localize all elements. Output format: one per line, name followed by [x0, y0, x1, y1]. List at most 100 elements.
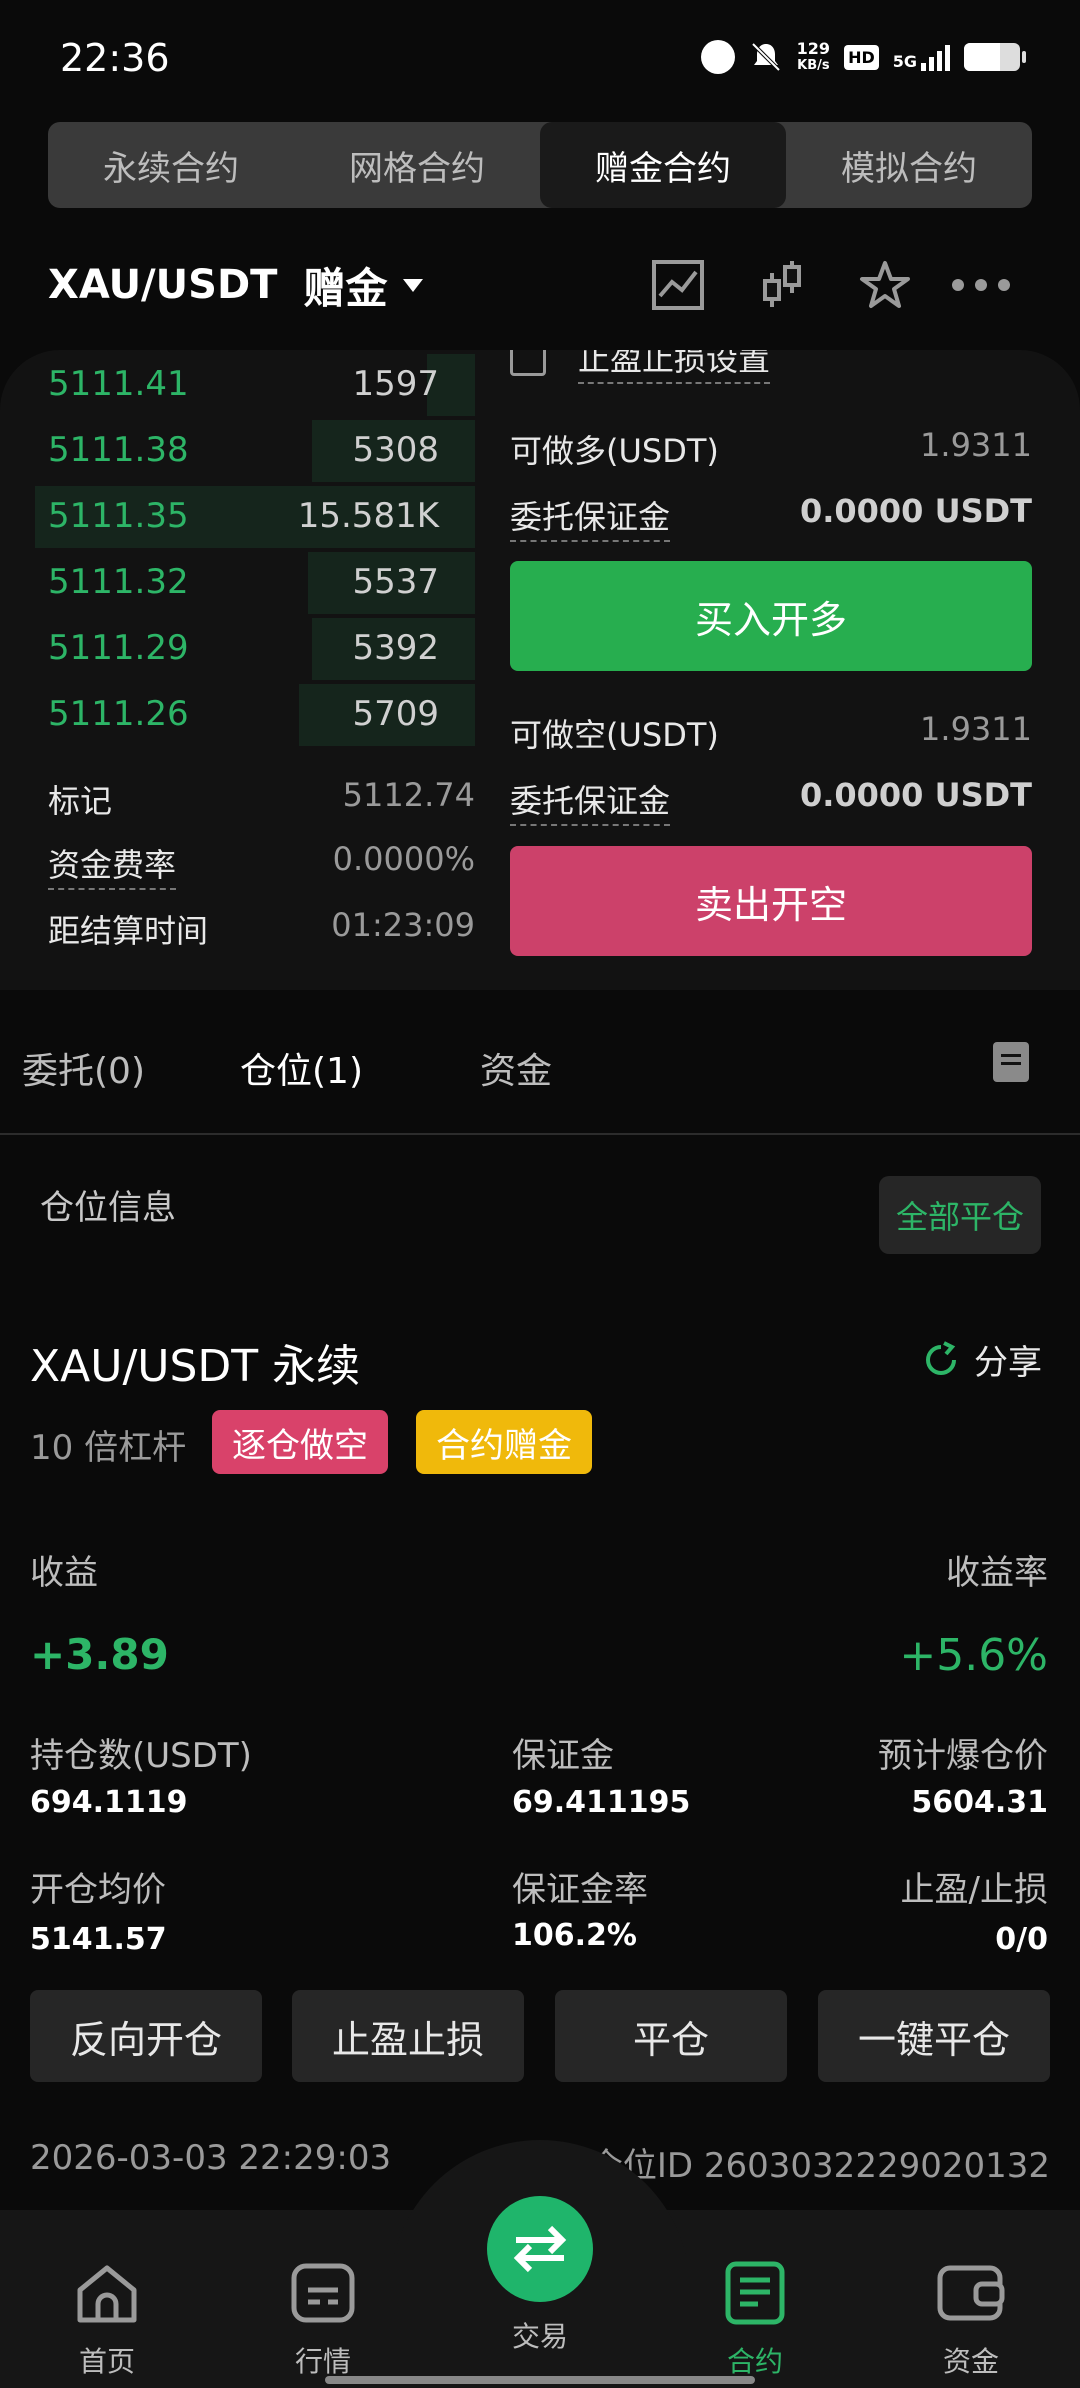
position-time: 2026-03-03 22:29:03 [30, 2138, 392, 2178]
tpsl-button[interactable]: 止盈止损 [292, 1990, 524, 2082]
position-symbol: XAU/USDT 永续 [30, 1341, 361, 1392]
orderbook-row[interactable]: 5111.29 5392 [0, 618, 475, 680]
tab-positions[interactable]: 仓位(1) [240, 1042, 363, 1094]
orderbook-qty: 15.581K [297, 496, 439, 536]
orderbook-qty: 5308 [352, 430, 439, 470]
orderbook-row[interactable]: 5111.35 15.581K [0, 486, 475, 548]
margin-label: 保证金 [512, 1736, 614, 1776]
tab-orders[interactable]: 委托(0) [22, 1042, 145, 1094]
funding-rate-label[interactable]: 资金费率 [48, 840, 177, 890]
close-position-button[interactable]: 平仓 [555, 1990, 787, 2082]
tab-funds[interactable]: 资金 [480, 1042, 552, 1094]
candlestick-icon[interactable] [747, 250, 817, 320]
sell-short-button[interactable]: 卖出开空 [510, 846, 1032, 956]
net-speed: 129 KB/s [796, 39, 831, 73]
hd-icon: HD [844, 44, 879, 70]
margin-value: 69.411195 [512, 1785, 691, 1820]
leverage-label: 10 倍杠杆 [30, 1428, 187, 1468]
nav-contract[interactable]: 合约 [680, 2260, 830, 2380]
battery-icon [964, 43, 1026, 71]
pnl-value: +3.89 [30, 1630, 169, 1679]
contract-icon [725, 2261, 785, 2325]
swap-icon [513, 2225, 567, 2273]
liquidation-label: 预计爆仓价 [878, 1736, 1048, 1776]
orderbook-row[interactable]: 5111.26 5709 [0, 684, 475, 746]
orderbook-price: 5111.41 [48, 364, 189, 404]
wallet-icon [937, 2265, 1005, 2321]
signal-icon: 5G [893, 43, 950, 71]
short-available-value: 1.9311 [920, 710, 1032, 748]
orderbook-price: 5111.29 [48, 628, 189, 668]
orderbook-row[interactable]: 5111.38 5308 [0, 420, 475, 482]
short-margin-value: 0.0000 USDT [799, 776, 1032, 814]
share-icon [926, 1340, 956, 1375]
chart-icon[interactable] [643, 250, 713, 320]
tpsl-checkbox[interactable] [510, 350, 546, 376]
nav-market[interactable]: 行情 [248, 2260, 398, 2380]
nav-trade-label: 交易 [511, 2320, 568, 2353]
bonus-tag: 合约赠金 [416, 1410, 592, 1474]
home-icon [77, 2265, 137, 2323]
contract-type-tabs: 永续合约 网格合约 赠金合约 模拟合约 [48, 122, 1032, 208]
caret-down-icon [403, 278, 424, 292]
margin-rate-label: 保证金率 [512, 1870, 648, 1910]
mode-tag: 逐仓做空 [212, 1410, 388, 1474]
one-click-close-button[interactable]: 一键平仓 [818, 1990, 1050, 2082]
tab-demo[interactable]: 模拟合约 [786, 122, 1032, 208]
mute-bell-icon [751, 42, 781, 72]
tab-grid[interactable]: 网格合约 [294, 122, 540, 208]
tab-bonus[interactable]: 赠金合约 [540, 122, 786, 208]
long-available-value: 1.9311 [920, 426, 1032, 464]
bottom-nav: 首页 行情 交易 合约 资金 [0, 2140, 1080, 2388]
short-margin-label: 委托保证金 [510, 776, 671, 826]
size-label: 持仓数(USDT) [30, 1736, 252, 1776]
orderbook-qty: 1597 [352, 364, 439, 404]
nav-wallet[interactable]: 资金 [896, 2260, 1046, 2380]
long-available-label: 可做多(USDT) [510, 432, 719, 470]
funding-rate-value: 0.0000% [332, 840, 475, 878]
pair-selector[interactable]: XAU/USDT 赠金 [48, 250, 424, 320]
tab-perpetual[interactable]: 永续合约 [48, 122, 294, 208]
close-all-button[interactable]: 全部平仓 [879, 1176, 1041, 1254]
size-value: 694.1119 [30, 1785, 188, 1820]
buy-long-button[interactable]: 买入开多 [510, 561, 1032, 671]
long-margin-value: 0.0000 USDT [799, 492, 1032, 530]
nav-home[interactable]: 首页 [32, 2260, 182, 2380]
tpsl-settings-label[interactable]: 止盈止损设置 [578, 350, 771, 384]
pair-bonus-label: 赠金 [303, 263, 388, 313]
status-time: 22:36 [60, 36, 170, 80]
roe-label: 收益率 [946, 1553, 1048, 1593]
entry-value: 5141.57 [30, 1922, 167, 1957]
orderbook-row[interactable]: 5111.41 1597 [0, 354, 475, 416]
star-icon[interactable] [850, 250, 920, 320]
more-icon[interactable] [946, 250, 1016, 320]
reverse-open-button[interactable]: 反向开仓 [30, 1990, 262, 2082]
mark-price-value: 5112.74 [342, 776, 475, 814]
roe-value: +5.6% [899, 1630, 1048, 1681]
status-bar: 22:36 129 KB/s HD 5G [0, 0, 1080, 110]
orderbook-row[interactable]: 5111.32 5537 [0, 552, 475, 614]
document-icon[interactable] [993, 1042, 1029, 1082]
market-icon [291, 2263, 355, 2323]
trade-panel: 止盈止损设置 5111.41 1597 5111.38 5308 5111.35 15.5… [0, 350, 1080, 990]
orderbook-qty: 5392 [352, 628, 439, 668]
mark-price-label: 标记 [48, 782, 113, 820]
liquidation-value: 5604.31 [911, 1785, 1048, 1820]
orderbook-price: 5111.38 [48, 430, 189, 470]
nav-trade-button[interactable] [487, 2196, 593, 2302]
tpsl-label: 止盈/止损 [900, 1870, 1048, 1910]
margin-rate-value: 106.2% [512, 1918, 637, 1953]
orderbook-price: 5111.35 [48, 496, 189, 536]
tpsl-value: 0/0 [995, 1922, 1048, 1957]
orderbook-qty: 5709 [352, 694, 439, 734]
settlement-time-label: 距结算时间 [48, 912, 209, 950]
orderbook-qty: 5537 [352, 562, 439, 602]
pair-name: XAU/USDT [48, 262, 278, 308]
short-available-label: 可做空(USDT) [510, 716, 719, 754]
share-button[interactable]: 分享 [922, 1335, 1042, 1384]
alarm-icon [700, 40, 735, 74]
status-icons: 129 KB/s HD 5G [700, 39, 1026, 74]
pnl-label: 收益 [30, 1553, 98, 1593]
orderbook-price: 5111.26 [48, 694, 189, 734]
position-info-title: 仓位信息 [40, 1188, 176, 1228]
